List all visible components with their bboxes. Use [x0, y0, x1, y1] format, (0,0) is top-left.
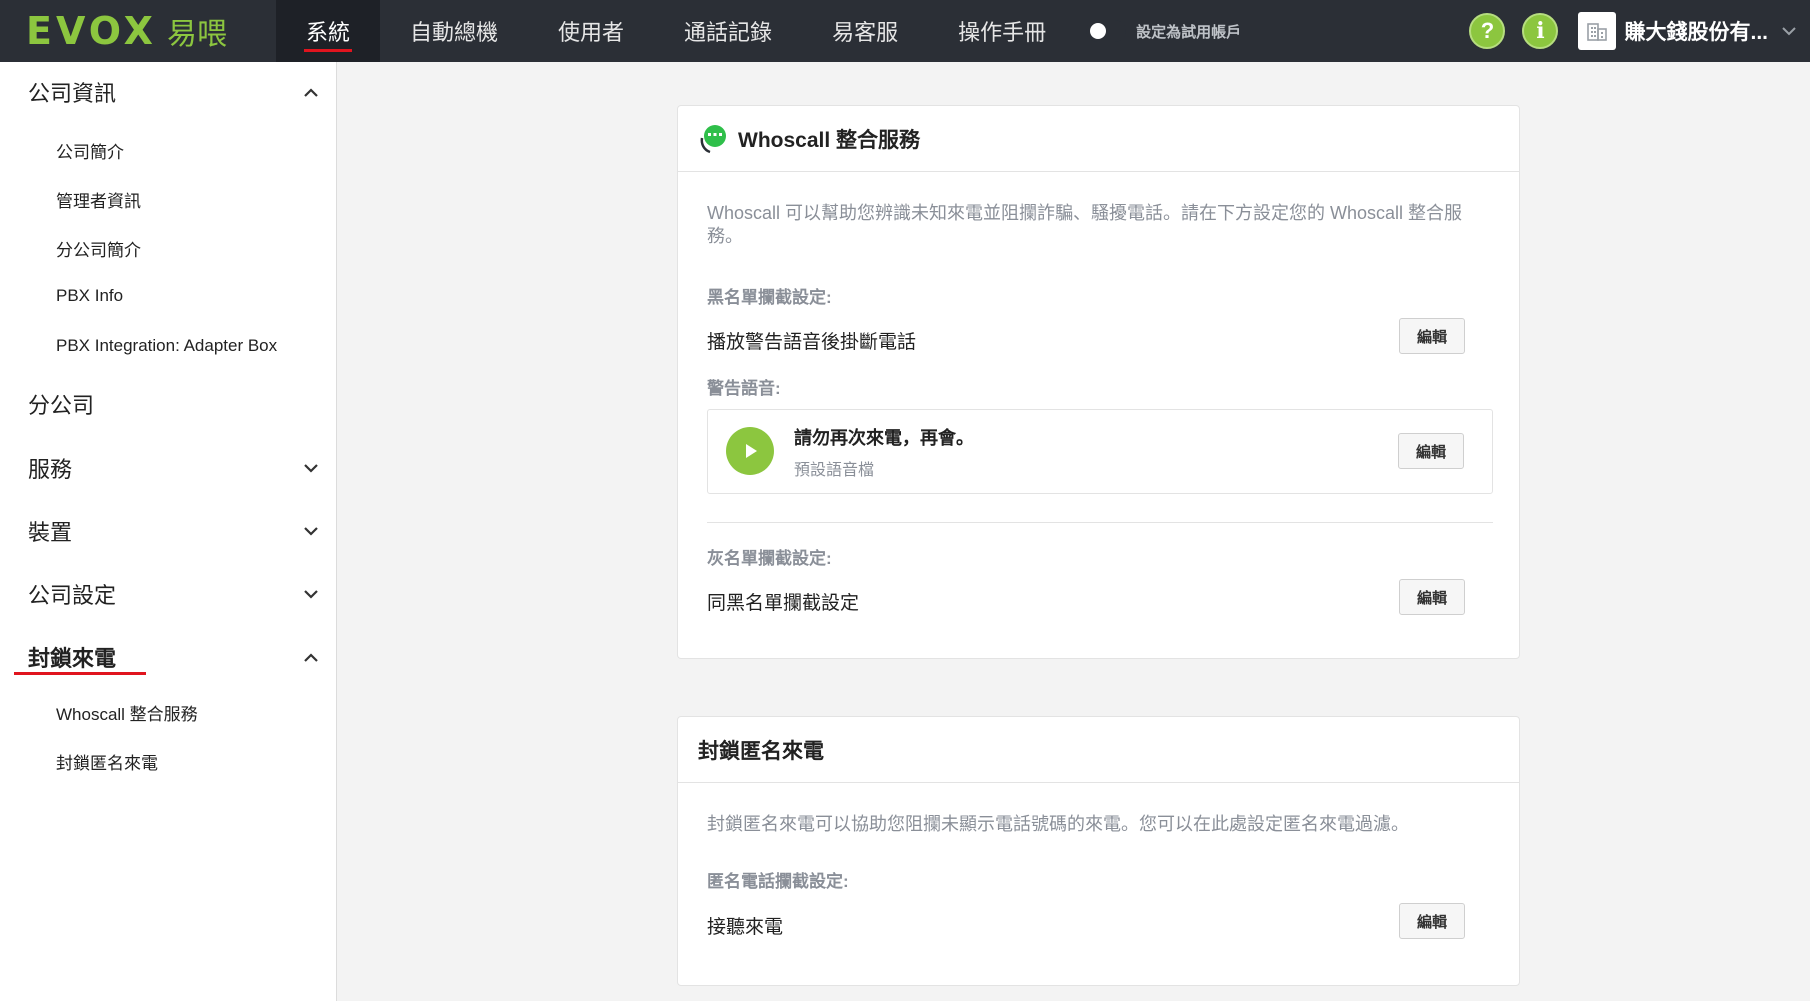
blacklist-edit-button[interactable]: 編輯 [1399, 318, 1465, 354]
sidebar-section-company-info[interactable]: 公司資訊 [28, 76, 318, 108]
anonymous-setting-label: 匿名電話攔截設定: [707, 872, 849, 891]
active-section-underline [14, 672, 146, 675]
sidebar: 公司資訊 公司簡介 管理者資訊 分公司簡介 PBX Info PBX Integ… [0, 62, 337, 1001]
sidebar-section-label: 服務 [28, 457, 73, 482]
whoscall-description: Whoscall 可以幫助您辨識未知來電並阻攔詐騙、騷擾電話。請在下方設定您的 … [707, 203, 1463, 246]
graylist-edit-button[interactable]: 編輯 [1399, 579, 1465, 615]
nav-item-system[interactable]: 系統 [276, 0, 381, 62]
anonymous-edit-button[interactable]: 編輯 [1399, 903, 1465, 939]
sidebar-section-label: 分公司 [28, 393, 95, 418]
anonymous-card-header: 封鎖匿名來電 [678, 717, 1519, 783]
chevron-down-icon [304, 461, 318, 475]
warning-audio-subtitle: 預設語音檔 [794, 462, 875, 479]
anonymous-block-card: 封鎖匿名來電 封鎖匿名來電可以協助您阻攔未顯示電話號碼的來電。您可以在此處設定匿… [677, 716, 1520, 986]
graylist-label: 灰名單攔截設定: [707, 549, 832, 568]
brand-name-zh: 易喂 [166, 18, 227, 51]
top-bar: EVOX 易喂 系統 自動總機 使用者 通話記錄 易客服 操作手冊 設定為試用帳… [0, 0, 1810, 62]
company-switcher[interactable]: 賺大錢股份有... [1578, 12, 1796, 50]
sidebar-item-admin-info[interactable]: 管理者資訊 [56, 187, 141, 212]
company-name: 賺大錢股份有... [1624, 21, 1768, 44]
sidebar-section-label: 公司資訊 [28, 81, 117, 106]
sidebar-section-service[interactable]: 服務 [28, 452, 318, 484]
top-right-actions: ? i 賺大錢股份有... [1452, 0, 1810, 62]
sidebar-item-pbx-integration[interactable]: PBX Integration: Adapter Box [56, 336, 277, 356]
whoscall-logo-icon [698, 124, 728, 154]
warning-audio-label: 警告語音: [707, 379, 781, 398]
whoscall-card-title: Whoscall 整合服務 [738, 128, 921, 152]
whoscall-card-header: Whoscall 整合服務 [678, 106, 1519, 172]
blacklist-value: 播放警告語音後掛斷電話 [707, 332, 917, 353]
sidebar-item-block-anonymous[interactable]: 封鎖匿名來電 [56, 749, 158, 774]
graylist-value: 同黑名單攔截設定 [707, 593, 860, 614]
anonymous-setting-value: 接聽來電 [707, 917, 784, 938]
company-building-icon [1578, 12, 1617, 50]
nav-item-users[interactable]: 使用者 [528, 0, 654, 62]
main-nav: 系統 自動總機 使用者 通話記錄 易客服 操作手冊 [276, 0, 1076, 62]
sidebar-section-label: 封鎖來電 [28, 646, 117, 671]
brand-name-en: EVOX [26, 9, 157, 53]
chevron-down-icon [304, 524, 318, 538]
chevron-down-icon [1782, 23, 1796, 39]
sidebar-section-block-calls[interactable]: 封鎖來電 [28, 641, 318, 673]
play-icon[interactable] [726, 427, 774, 475]
sidebar-section-branch[interactable]: 分公司 [28, 388, 318, 420]
section-divider [707, 522, 1493, 523]
nav-item-customer-service[interactable]: 易客服 [802, 0, 928, 62]
trial-account-toggle[interactable] [1086, 20, 1127, 42]
chevron-down-icon [304, 587, 318, 601]
anonymous-description: 封鎖匿名來電可以協助您阻攔未顯示電話號碼的來電。您可以在此處設定匿名來電過濾。 [707, 814, 1409, 834]
sidebar-section-label: 公司設定 [28, 583, 117, 608]
brand-logo[interactable]: EVOX 易喂 [0, 0, 276, 62]
anonymous-card-title: 封鎖匿名來電 [698, 739, 824, 763]
sidebar-item-branch-profile[interactable]: 分公司簡介 [56, 236, 141, 261]
warning-audio-title: 請勿再次來電，再會。 [794, 428, 974, 448]
nav-item-auto-attendant[interactable]: 自動總機 [380, 0, 528, 62]
sidebar-item-pbx-info[interactable]: PBX Info [56, 286, 123, 306]
trial-account-label: 設定為試用帳戶 [1136, 23, 1242, 41]
nav-item-manual[interactable]: 操作手冊 [928, 0, 1076, 62]
sidebar-section-device[interactable]: 裝置 [28, 515, 318, 547]
blacklist-label: 黑名單攔截設定: [707, 288, 832, 307]
trial-toggle-group: 設定為試用帳戶 [1086, 20, 1241, 42]
whoscall-card: Whoscall 整合服務 Whoscall 可以幫助您辨識未知來電並阻攔詐騙、… [677, 105, 1520, 659]
help-icon[interactable]: ? [1469, 13, 1506, 49]
info-icon[interactable]: i [1522, 13, 1559, 49]
sidebar-item-company-profile[interactable]: 公司簡介 [56, 138, 124, 163]
toggle-knob [1090, 23, 1107, 39]
sidebar-section-company-settings[interactable]: 公司設定 [28, 578, 318, 610]
sidebar-item-whoscall[interactable]: Whoscall 整合服務 [56, 700, 198, 725]
sidebar-section-label: 裝置 [28, 520, 73, 545]
warning-audio-box: 請勿再次來電，再會。 預設語音檔 編輯 [707, 409, 1493, 494]
chevron-up-icon [304, 85, 318, 99]
chevron-up-icon [304, 650, 318, 664]
nav-item-call-records[interactable]: 通話記錄 [654, 0, 802, 62]
warning-audio-edit-button[interactable]: 編輯 [1398, 433, 1464, 469]
